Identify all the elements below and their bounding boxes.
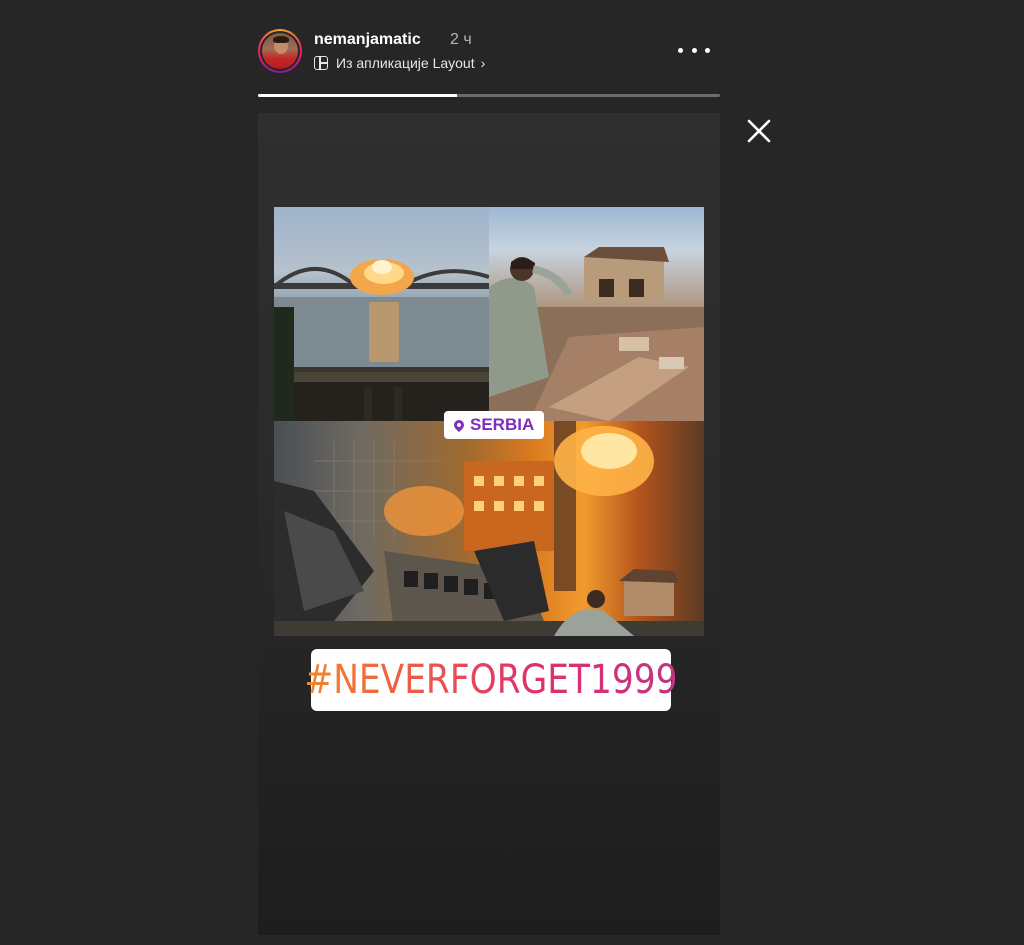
rubble-mourner-photo [489,207,704,421]
story-content[interactable]: SERBIA #NEVERFORGET1999 [258,113,720,935]
hashtag-sticker-label: #NEVERFORGET1999 [304,657,678,703]
more-dot-icon [691,47,697,53]
location-sticker-label: SERBIA [470,415,535,434]
post-time: 2 ч [450,31,472,48]
story-progress-fill [258,94,457,97]
fire-train-photo [274,421,704,636]
more-dot-icon [678,47,683,53]
story-progress-bar [258,94,720,97]
photo-collage: SERBIA [274,207,704,636]
avatar[interactable] [258,29,302,73]
rubble-illustration [489,247,704,421]
source-app-label: Из апликације Layout [336,55,475,71]
layout-app-icon [314,56,328,70]
story-header: nemanjamatic 2 ч Из апликације Layout › [258,26,720,82]
bridge-explosion-illustration [274,259,489,421]
location-pin-icon [451,417,467,433]
more-options-button[interactable] [678,40,710,60]
hashtag-sticker[interactable]: #NEVERFORGET1999 [304,649,678,711]
avatar-ring-inner [260,31,300,71]
bridge-explosion-photo [274,207,489,421]
avatar-image [262,33,298,69]
story-viewer: nemanjamatic 2 ч Из апликације Layout › [0,0,1024,945]
location-sticker[interactable]: SERBIA [444,411,545,439]
source-app-link[interactable]: Из апликације Layout › [314,55,485,71]
close-icon[interactable] [746,118,772,144]
username[interactable]: nemanjamatic [314,31,421,49]
chevron-right-icon: › [480,55,486,71]
fire-train-illustration [274,421,704,636]
more-dot-icon [705,47,710,53]
